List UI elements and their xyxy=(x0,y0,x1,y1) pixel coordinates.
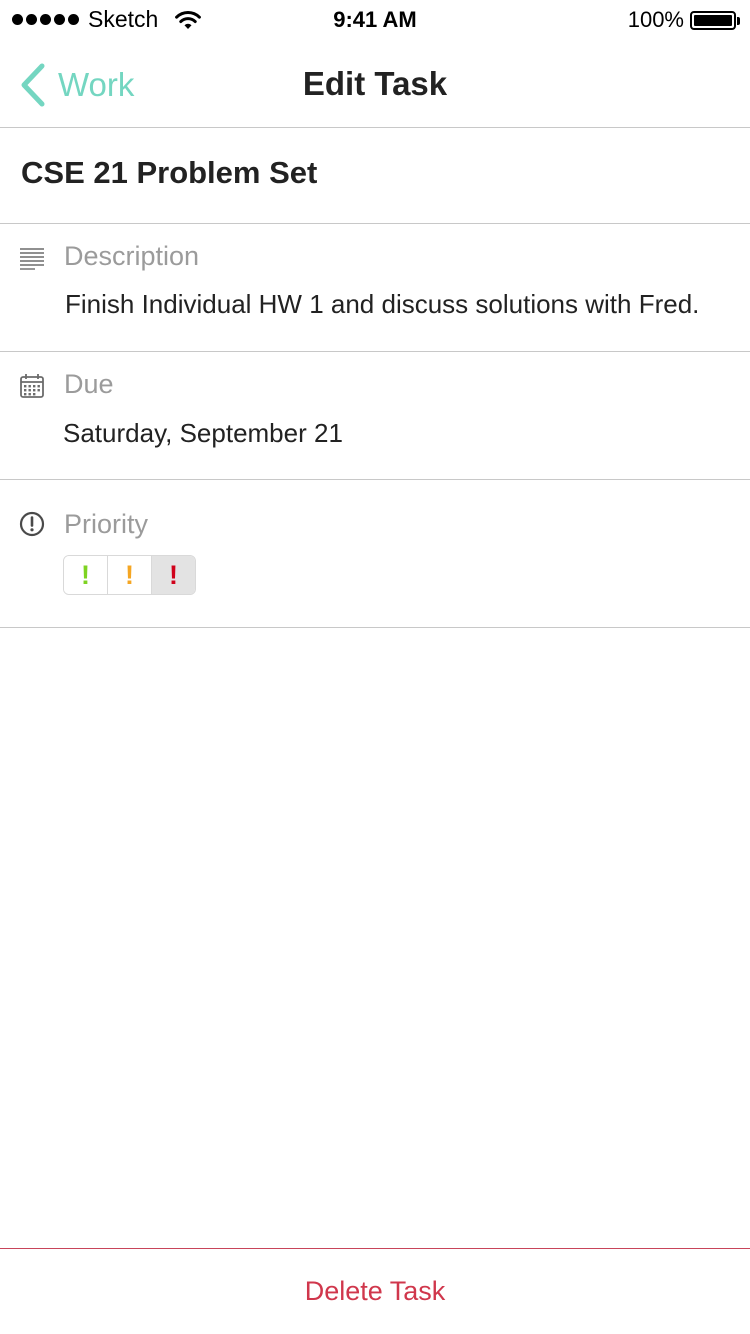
page-title: Edit Task xyxy=(302,65,448,102)
due-section[interactable]: Due Saturday, September 21 xyxy=(0,352,750,480)
description-value[interactable]: Finish Individual HW 1 and discuss solut… xyxy=(65,289,699,320)
description-label: Description xyxy=(64,241,200,271)
edit-task-screen: Sketch 9:41 AM 100% Work Edit Task CSE 2… xyxy=(0,0,750,1334)
task-title-row[interactable]: CSE 21 Problem Set xyxy=(0,129,750,224)
priority-section: Priority ! ! ! xyxy=(0,480,750,628)
calendar-icon xyxy=(20,374,44,398)
battery-percent: 100% xyxy=(627,7,684,32)
text-lines-icon xyxy=(20,248,44,270)
navigation-bar: Work Edit Task xyxy=(0,40,750,128)
priority-high-option[interactable]: ! xyxy=(152,556,195,594)
delete-task-button[interactable]: Delete Task xyxy=(0,1248,750,1334)
status-bar: Sketch 9:41 AM 100% xyxy=(0,0,750,40)
battery-icon xyxy=(690,11,740,30)
delete-task-label: Delete Task xyxy=(304,1276,446,1306)
priority-low-option[interactable]: ! xyxy=(64,556,108,594)
task-title[interactable]: CSE 21 Problem Set xyxy=(21,155,317,191)
alert-circle-icon xyxy=(19,511,45,537)
due-label: Due xyxy=(64,369,114,399)
description-section[interactable]: Description Finish Individual HW 1 and d… xyxy=(0,224,750,352)
priority-label: Priority xyxy=(64,509,149,539)
priority-segmented-control[interactable]: ! ! ! xyxy=(63,555,196,595)
priority-medium-option[interactable]: ! xyxy=(108,556,152,594)
due-value[interactable]: Saturday, September 21 xyxy=(63,418,343,449)
